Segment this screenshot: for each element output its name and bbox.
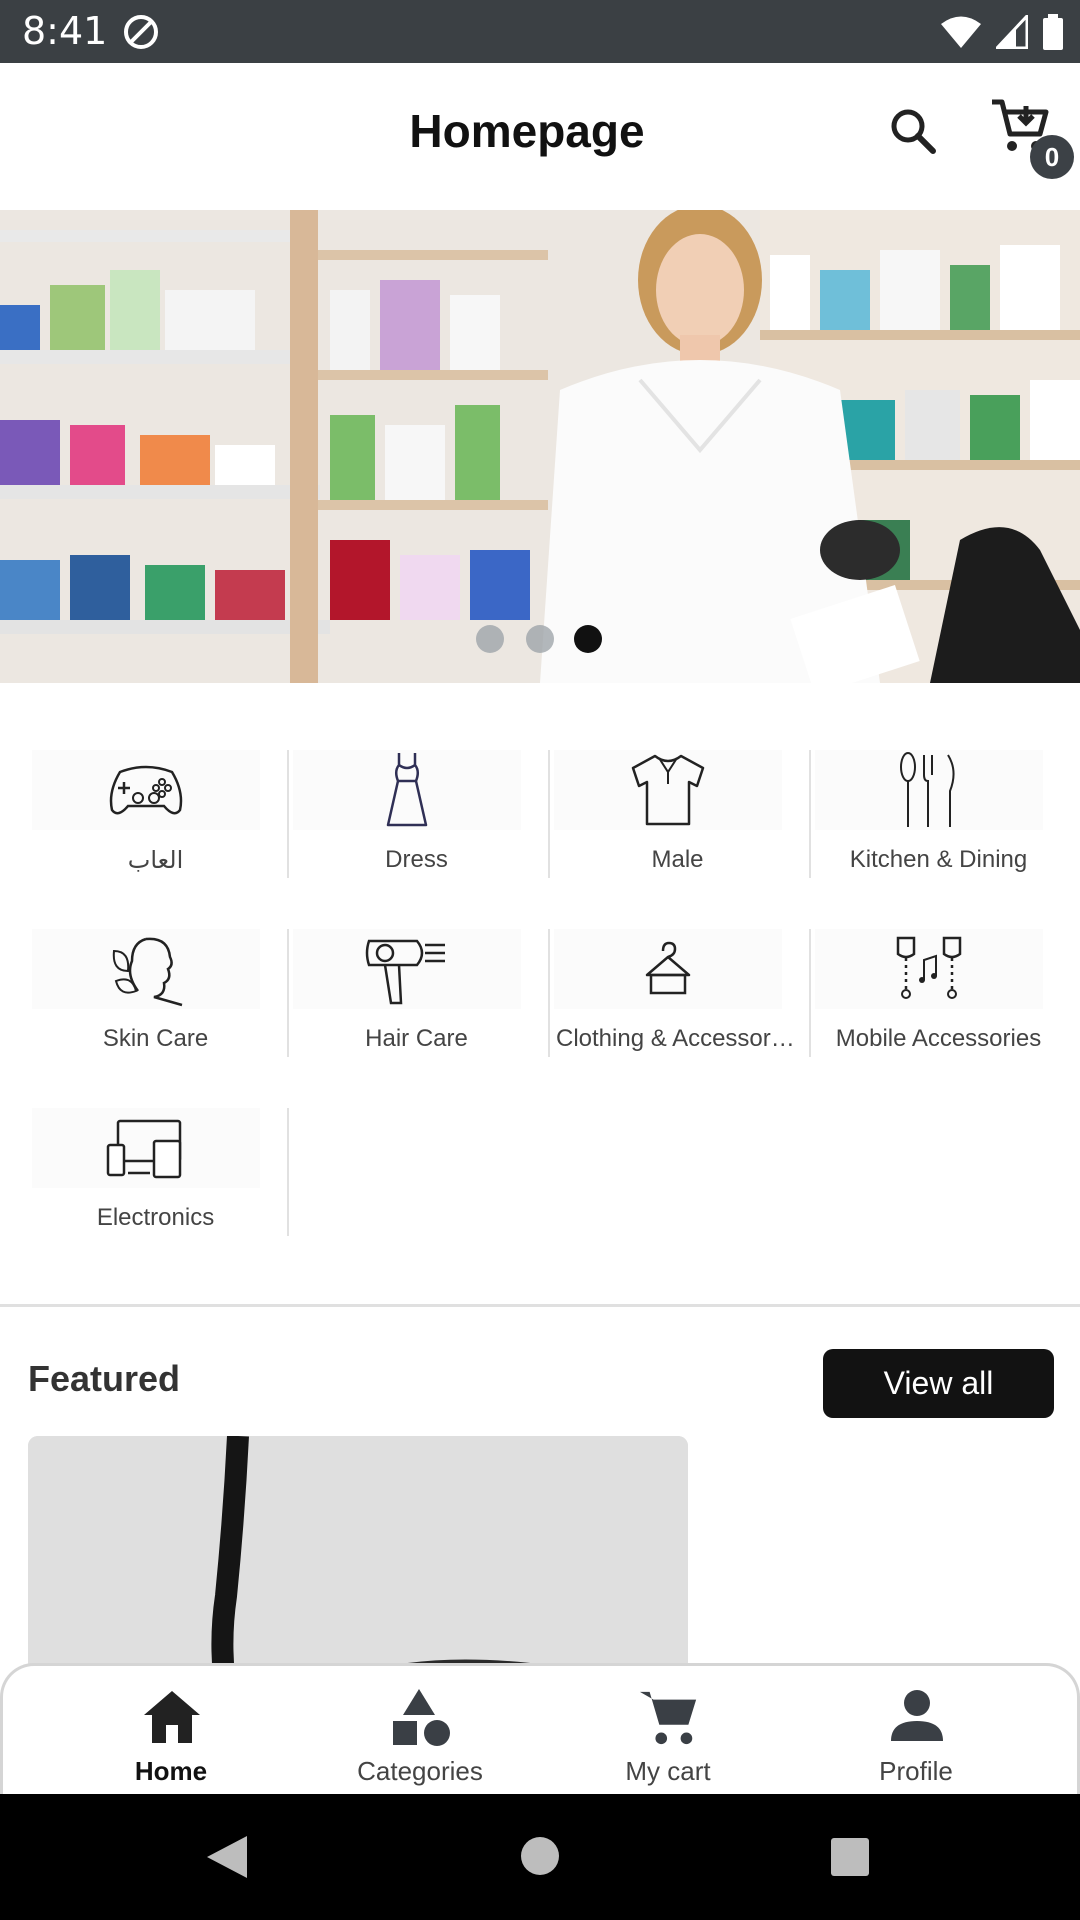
featured-section-title: Featured: [28, 1358, 181, 1399]
devices-icon: [106, 1119, 182, 1179]
category-icon-box: [815, 929, 1043, 1009]
banner-dot-3[interactable]: [574, 625, 602, 653]
app-bar: Homepage 0: [0, 63, 1080, 210]
category-item-games[interactable]: العاب: [28, 750, 289, 878]
view-all-button[interactable]: View all: [823, 1349, 1054, 1418]
category-item-hair-care[interactable]: Hair Care: [289, 929, 550, 1057]
person-icon: [886, 1686, 948, 1748]
wifi-icon: [941, 16, 981, 48]
category-item-kitchen[interactable]: Kitchen & Dining: [811, 750, 1072, 878]
category-item-skin-care[interactable]: Skin Care: [28, 929, 289, 1057]
category-label: Clothing & Accessories: [556, 1025, 802, 1052]
category-icon-box: [32, 750, 260, 830]
shirt-icon: [631, 754, 705, 826]
nav-item-my-cart[interactable]: My cart: [538, 1666, 798, 1797]
search-button[interactable]: [880, 98, 946, 164]
sync-status-icon: [124, 15, 158, 49]
banner-pagination: [0, 625, 1080, 657]
nav-label: Home: [134, 1756, 208, 1786]
status-bar: 8:41: [0, 0, 1080, 63]
category-item-male[interactable]: Male: [550, 750, 811, 878]
category-icon-box: [32, 1108, 260, 1188]
categories-icon: [390, 1686, 452, 1748]
category-label: Mobile Accessories: [835, 1025, 1042, 1052]
nav-label: Profile: [879, 1756, 953, 1786]
category-label: Skin Care: [102, 1025, 209, 1052]
signal-icon: [996, 15, 1028, 49]
nav-item-profile[interactable]: Profile: [786, 1666, 1046, 1797]
gamepad-icon: [109, 765, 183, 815]
category-label: Kitchen & Dining: [849, 846, 1028, 873]
earphones-icon: [896, 936, 962, 999]
status-time: 8:41: [22, 9, 108, 53]
system-navigation-bar: [0, 1794, 1080, 1920]
featured-product-card[interactable]: [28, 1436, 688, 1676]
banner-dot-1[interactable]: [476, 625, 504, 653]
kitchen-utensils-icon: [900, 752, 955, 827]
banner-dot-2[interactable]: [526, 625, 554, 653]
bottom-navigation: Home Categories My cart Profile: [0, 1663, 1080, 1794]
cart-icon: [638, 1686, 700, 1748]
promo-banner[interactable]: [0, 210, 1080, 683]
category-label: Electronics: [96, 1204, 215, 1231]
home-icon: [141, 1686, 203, 1748]
dress-icon: [386, 753, 428, 827]
home-circle-icon[interactable]: [520, 1836, 560, 1876]
status-icons: [940, 12, 1064, 52]
nav-label: My cart: [625, 1756, 711, 1786]
recents-icon[interactable]: [830, 1837, 870, 1877]
category-label: العاب: [127, 847, 184, 874]
category-icon-box: [293, 929, 521, 1009]
search-icon: [891, 109, 936, 154]
skin-care-icon: [112, 937, 183, 1007]
hair-dryer-icon: [365, 939, 445, 1005]
category-item-dress[interactable]: Dress: [289, 750, 550, 878]
back-icon[interactable]: [205, 1834, 249, 1880]
category-icon-box: [554, 929, 782, 1009]
category-icon-box: [815, 750, 1043, 830]
product-image: [28, 1436, 688, 1676]
hanger-icon: [645, 941, 691, 995]
category-icon-box: [554, 750, 782, 830]
category-item-electronics[interactable]: Electronics: [28, 1108, 289, 1236]
banner-image: [0, 210, 1080, 683]
section-divider: [0, 1304, 1080, 1307]
nav-item-categories[interactable]: Categories: [290, 1666, 550, 1797]
battery-icon: [1043, 14, 1063, 50]
category-item-mobile-accessories[interactable]: Mobile Accessories: [811, 929, 1072, 1057]
nav-label: Categories: [357, 1756, 483, 1786]
cart-count-badge: 0: [1030, 135, 1074, 179]
category-label: Dress: [385, 846, 448, 873]
category-label: Hair Care: [365, 1025, 468, 1052]
category-item-clothing[interactable]: Clothing & Accessories: [550, 929, 811, 1057]
category-icon-box: [32, 929, 260, 1009]
nav-item-home[interactable]: Home: [41, 1666, 301, 1797]
category-icon-box: [293, 750, 521, 830]
category-label: Male: [651, 846, 704, 873]
